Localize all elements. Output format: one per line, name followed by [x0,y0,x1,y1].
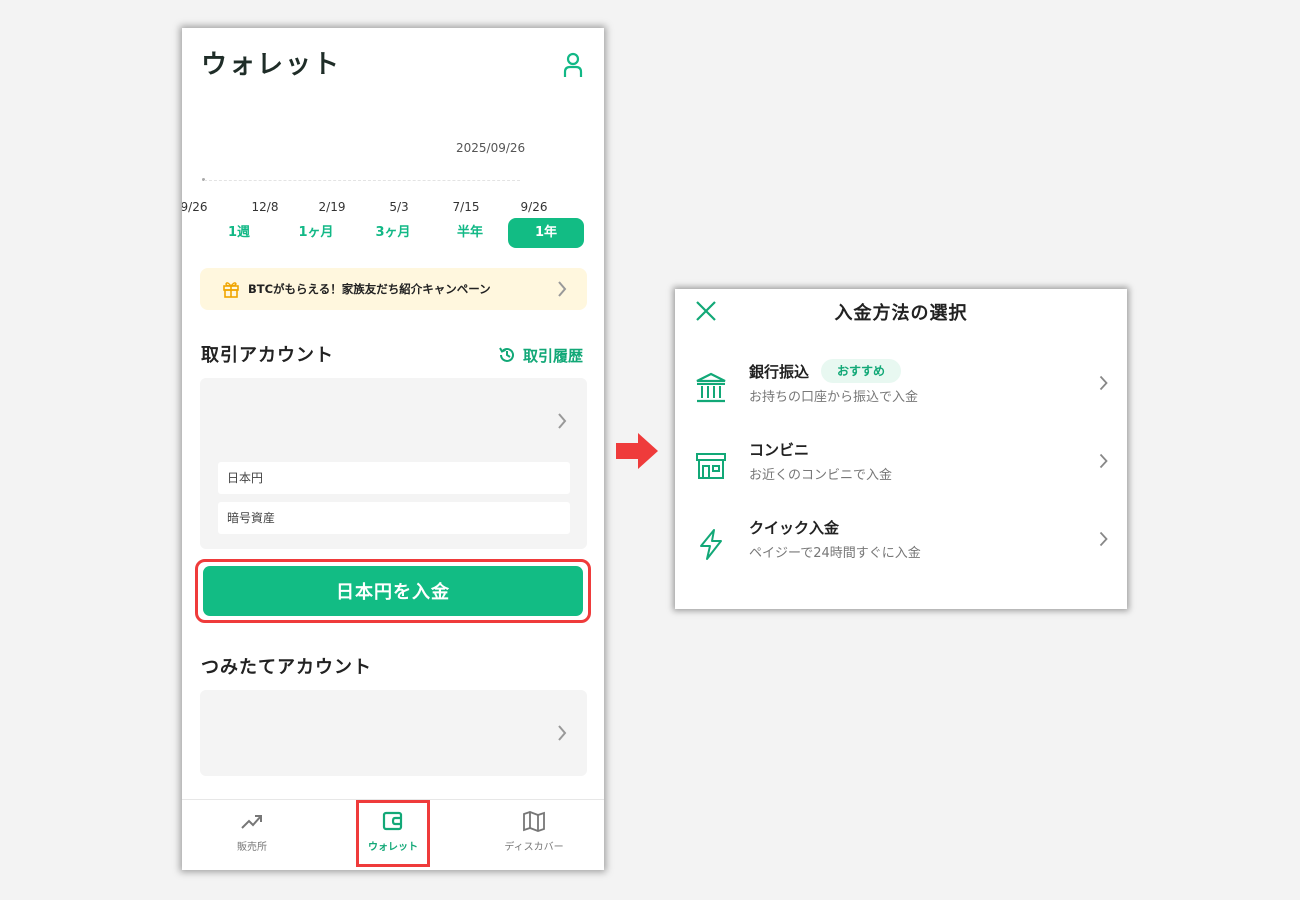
method-bank-transfer[interactable]: 銀行振込 おすすめ お持ちの口座から振込で入金 [675,359,1127,429]
deposit-method-sheet: 入金方法の選択 銀行振込 おすすめ お持ちの口座から振込で入金 コンビニ お近く… [675,289,1127,609]
method-quick-deposit[interactable]: クイック入金 ペイジーで24時間すぐに入金 [675,517,1127,585]
range-tab-3m[interactable]: 3ヶ月 [355,218,431,248]
crypto-balance-field: 暗号資産 [218,502,570,534]
chart-date-label: 2025/09/26 [456,141,526,155]
chevron-right-icon [558,725,567,741]
lightning-icon [700,529,722,560]
store-icon [696,453,726,479]
savings-account-title: つみたてアカウント [201,657,372,678]
trade-history-link[interactable]: 取引履歴 [498,344,583,366]
chevron-right-icon [1099,453,1108,469]
savings-account-card[interactable] [200,690,587,776]
page-title: ウォレット [201,50,342,80]
x-tick: 9/26 [520,200,548,214]
trading-account-title: 取引アカウント [201,345,334,366]
jpy-balance-field: 日本円 [218,462,570,494]
deposit-jpy-button[interactable]: 日本円を入金 [203,566,583,616]
range-tab-1w[interactable]: 1週 [201,218,277,248]
trading-account-card[interactable]: 日本円 暗号資産 [200,378,587,549]
nav-item-exchange[interactable]: 販売所 [192,800,312,870]
deposit-highlight: 日本円を入金 [195,559,591,623]
chevron-right-icon [1099,531,1108,547]
gift-icon [223,282,239,298]
method-title: 銀行振込 [749,363,810,381]
method-convenience-store[interactable]: コンビニ お近くのコンビニで入金 [675,439,1127,507]
chevron-right-icon [1099,375,1108,391]
banner-text: BTCがもらえる！家族友だち紹介キャンペーン [248,282,491,296]
method-title: クイック入金 [749,519,840,537]
range-tab-1m[interactable]: 1ヶ月 [278,218,354,248]
x-tick: 9/26 [182,200,208,214]
x-tick: 2/19 [318,200,346,214]
map-icon [523,811,545,832]
wallet-screen: ウォレット 2025/09/26 9/26 12/8 2/19 5/3 7/15… [182,28,604,870]
trade-history-label: 取引履歴 [523,346,584,365]
range-tab-6m[interactable]: 半年 [432,218,508,248]
campaign-banner[interactable]: BTCがもらえる！家族友だち紹介キャンペーン [200,268,587,310]
arrow-right-icon [616,433,658,469]
chevron-right-icon [558,413,567,429]
sheet-title: 入金方法の選択 [834,303,968,324]
chart-baseline [204,180,520,181]
method-subtitle: お近くのコンビニで入金 [749,468,893,483]
nav-label: 販売所 [237,842,267,853]
trending-up-icon [241,815,262,829]
range-tab-1y[interactable]: 1年 [508,218,584,248]
nav-label: ディスカバー [504,842,564,853]
nav-item-discover[interactable]: ディスカバー [474,800,594,870]
bank-icon [696,372,726,403]
method-title: コンビニ [749,441,810,459]
x-tick: 7/15 [452,200,480,214]
profile-icon[interactable] [562,52,584,78]
x-tick: 12/8 [251,200,279,214]
method-subtitle: お持ちの口座から振込で入金 [749,390,919,405]
wallet-nav-highlight [356,800,430,867]
method-subtitle: ペイジーで24時間すぐに入金 [749,546,921,561]
chevron-right-icon [558,281,567,297]
x-tick: 5/3 [389,200,409,214]
recommended-badge: おすすめ [821,359,902,383]
history-icon [499,347,514,362]
